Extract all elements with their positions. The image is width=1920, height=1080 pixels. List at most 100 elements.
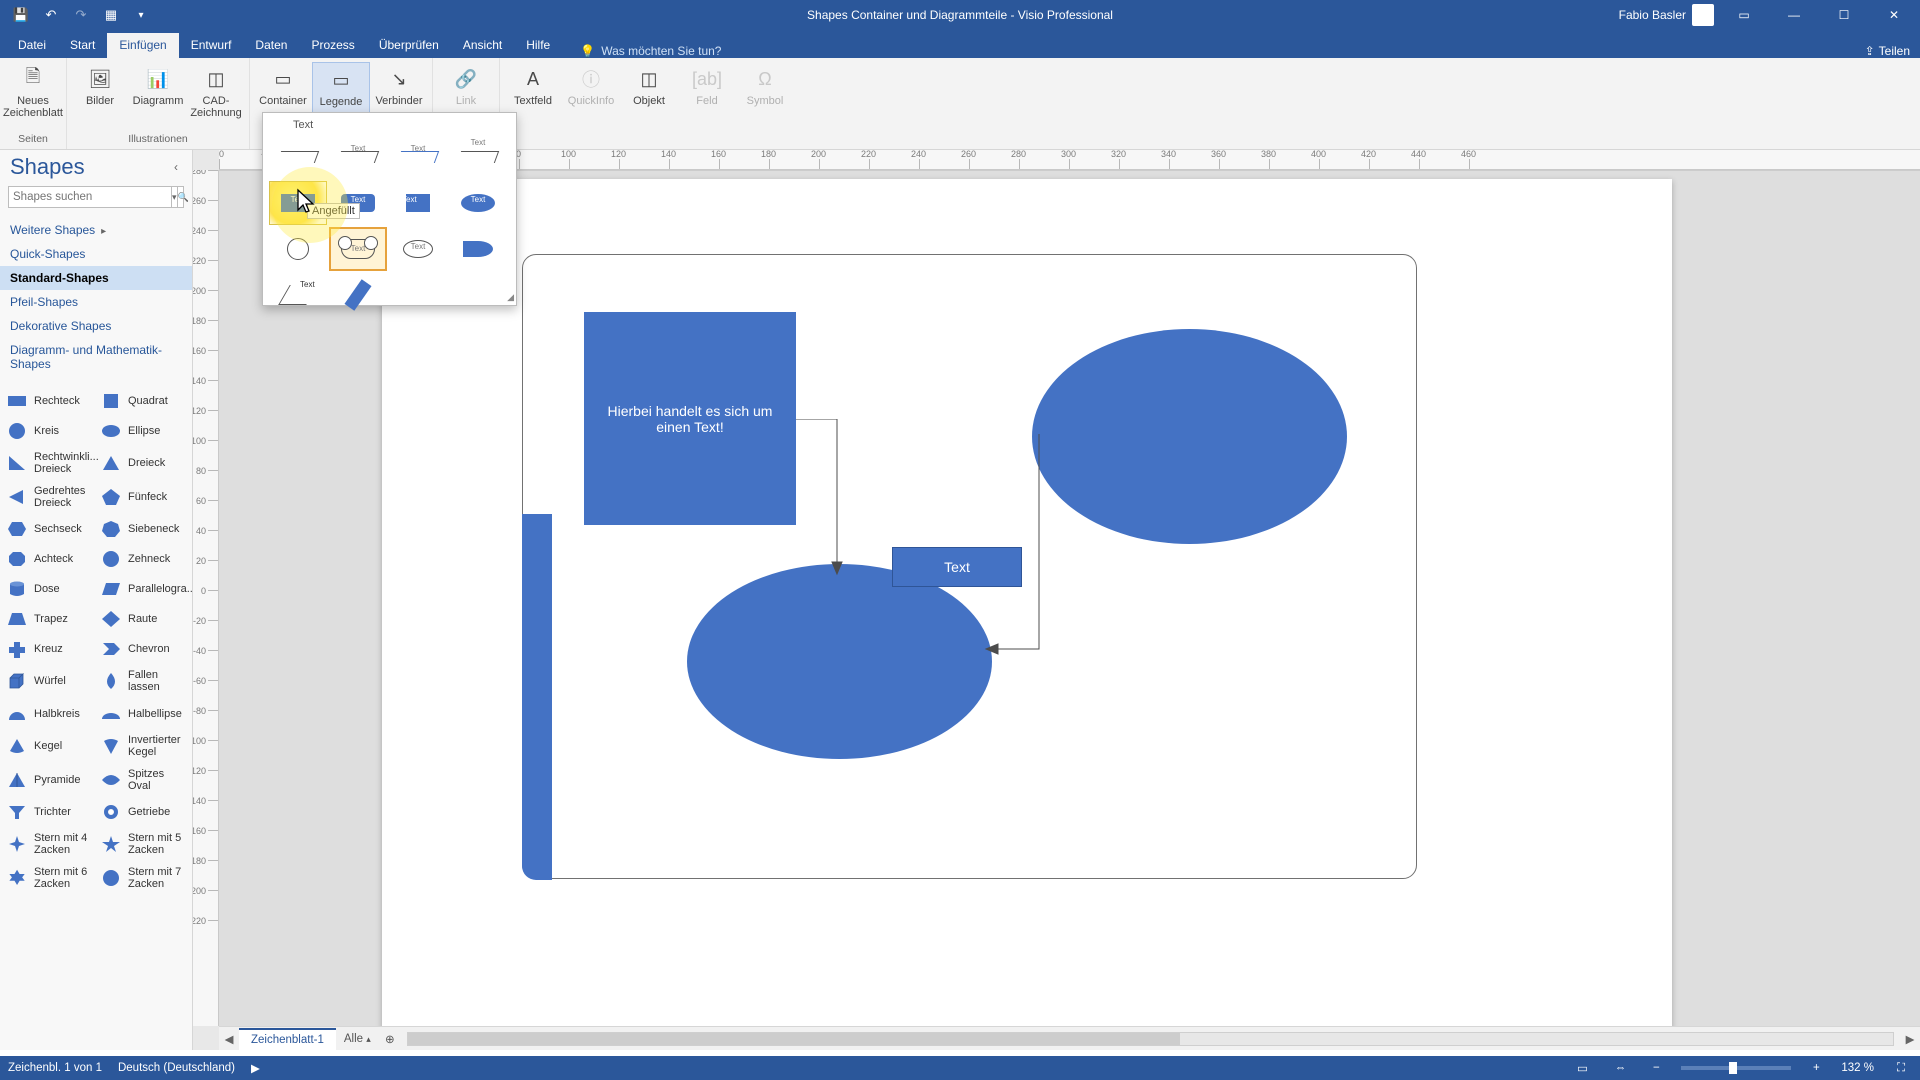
new-page-button[interactable]: 🗎 Neues Zeichenblatt: [4, 62, 62, 123]
tab-datei[interactable]: Datei: [6, 33, 58, 58]
macro-icon[interactable]: ▶: [251, 1061, 260, 1075]
ellipse-shape-2[interactable]: [1032, 329, 1347, 544]
tab-ansicht[interactable]: Ansicht: [451, 33, 514, 58]
share-button[interactable]: Teilen: [1879, 44, 1910, 58]
search-icon[interactable]: 🔍: [177, 187, 189, 207]
shape-item[interactable]: Rechtwinkli... Dreieck: [2, 446, 96, 480]
connector-1[interactable]: [795, 419, 845, 579]
resize-grip-icon[interactable]: ◢: [507, 292, 514, 303]
shape-item[interactable]: Zehneck: [96, 544, 190, 574]
legend-option-line-4[interactable]: Text: [449, 135, 507, 179]
shape-item[interactable]: Gedrehtes Dreieck: [2, 480, 96, 514]
textfield-button[interactable]: ATextfeld: [504, 62, 562, 111]
legend-option-lnote[interactable]: Text: [269, 273, 327, 317]
shape-item[interactable]: Sechseck: [2, 514, 96, 544]
fit-width-icon[interactable]: ⇔: [1609, 1059, 1631, 1077]
tab-hilfe[interactable]: Hilfe: [514, 33, 562, 58]
shape-item[interactable]: Invertierter Kegel: [96, 729, 190, 763]
tab-prozess[interactable]: Prozess: [299, 33, 366, 58]
legend-option-circle[interactable]: [269, 227, 327, 271]
shape-item[interactable]: Kreis: [2, 416, 96, 446]
object-button[interactable]: ◫Objekt: [620, 62, 678, 111]
shape-item[interactable]: Pyramide: [2, 763, 96, 797]
shape-item[interactable]: Spitzes Oval: [96, 763, 190, 797]
tab-daten[interactable]: Daten: [243, 33, 299, 58]
minimize-icon[interactable]: —: [1774, 1, 1814, 29]
tab-scroll-right-icon[interactable]: ▶: [1900, 1028, 1920, 1050]
legend-option-bar[interactable]: [329, 273, 387, 317]
shapes-search[interactable]: ▾ 🔍: [8, 186, 184, 208]
shape-item[interactable]: Stern mit 5 Zacken: [96, 827, 190, 861]
shape-item[interactable]: Kegel: [2, 729, 96, 763]
zoom-level[interactable]: 132 %: [1841, 1062, 1874, 1074]
tab-scroll-left-icon[interactable]: ◀: [219, 1028, 239, 1050]
shape-item[interactable]: Dose: [2, 574, 96, 604]
hscroll-thumb[interactable]: [408, 1033, 1180, 1045]
legend-option-bubble[interactable]: Text: [389, 227, 447, 271]
legend-option-drop[interactable]: [449, 227, 507, 271]
shape-item[interactable]: Halbellipse: [96, 699, 190, 729]
category-item[interactable]: Pfeil-Shapes: [0, 290, 192, 314]
tell-me[interactable]: 💡 Was möchten Sie tun?: [562, 44, 721, 58]
text-callout-shape[interactable]: Text: [892, 547, 1022, 587]
category-item[interactable]: Standard-Shapes: [0, 266, 192, 290]
category-item[interactable]: Quick-Shapes: [0, 242, 192, 266]
shape-item[interactable]: Würfel: [2, 664, 96, 698]
legend-button[interactable]: ▭Legende: [312, 62, 370, 113]
container-button[interactable]: ▭Container: [254, 62, 312, 111]
shape-item[interactable]: Dreieck: [96, 446, 190, 480]
doc-icon[interactable]: ▦: [98, 4, 124, 26]
legend-option-line-1[interactable]: [269, 135, 327, 179]
shape-item[interactable]: Siebeneck: [96, 514, 190, 544]
legend-option-flag[interactable]: Text: [389, 181, 447, 225]
ribbon-display-icon[interactable]: ▭: [1724, 1, 1764, 29]
shape-item[interactable]: Achteck: [2, 544, 96, 574]
shape-item[interactable]: Stern mit 4 Zacken: [2, 827, 96, 861]
save-icon[interactable]: 💾: [8, 4, 34, 26]
shape-item[interactable]: Fünfeck: [96, 480, 190, 514]
shape-item[interactable]: Getriebe: [96, 797, 190, 827]
zoom-slider[interactable]: [1681, 1066, 1791, 1070]
qat-more-icon[interactable]: ▾: [128, 4, 154, 26]
shape-item[interactable]: Ellipse: [96, 416, 190, 446]
maximize-icon[interactable]: ☐: [1824, 1, 1864, 29]
zoom-thumb[interactable]: [1729, 1062, 1737, 1074]
hscrollbar[interactable]: [407, 1032, 1894, 1046]
tab-entwurf[interactable]: Entwurf: [179, 33, 244, 58]
fit-page-icon[interactable]: ⛶: [1890, 1059, 1912, 1077]
tab-einfügen[interactable]: Einfügen: [107, 33, 178, 58]
drawing-page[interactable]: Hierbei handelt es sich um einen Text! T…: [382, 179, 1672, 1026]
legend-option-line-2[interactable]: Text: [329, 135, 387, 179]
ellipse-shape-1[interactable]: [687, 564, 992, 759]
rectangle-shape[interactable]: Hierbei handelt es sich um einen Text!: [584, 312, 796, 525]
zoom-out-button[interactable]: −: [1647, 1062, 1665, 1074]
zoom-in-button[interactable]: +: [1807, 1062, 1825, 1074]
search-input[interactable]: [9, 191, 171, 203]
shape-item[interactable]: Kreuz: [2, 634, 96, 664]
tab-überprüfen[interactable]: Überprüfen: [367, 33, 451, 58]
collapse-panel-icon[interactable]: ‹: [174, 160, 182, 174]
shape-item[interactable]: Fallen lassen: [96, 664, 190, 698]
shape-item[interactable]: Parallelogra...: [96, 574, 190, 604]
chart-button[interactable]: 📊Diagramm: [129, 62, 187, 111]
category-item[interactable]: Dekorative Shapes: [0, 314, 192, 338]
shape-item[interactable]: Halbkreis: [2, 699, 96, 729]
shape-item[interactable]: Trapez: [2, 604, 96, 634]
tab-start[interactable]: Start: [58, 33, 107, 58]
shape-item[interactable]: Raute: [96, 604, 190, 634]
legend-option-cloud[interactable]: Text: [329, 227, 387, 271]
presentation-view-icon[interactable]: ▭: [1571, 1059, 1593, 1077]
pictures-button[interactable]: 🖼Bilder: [71, 62, 129, 111]
user-badge[interactable]: Fabio Basler: [1619, 4, 1714, 26]
shape-item[interactable]: Chevron: [96, 634, 190, 664]
all-tab[interactable]: Alle ▴: [336, 1029, 379, 1049]
page-tab-1[interactable]: Zeichenblatt-1: [239, 1028, 336, 1050]
redo-icon[interactable]: ↷: [68, 4, 94, 26]
undo-icon[interactable]: ↶: [38, 4, 64, 26]
shape-item[interactable]: Rechteck: [2, 386, 96, 416]
legend-option-oval[interactable]: Text: [449, 181, 507, 225]
connector-button[interactable]: ↘Verbinder: [370, 62, 428, 111]
legend-option-line-3[interactable]: Text: [389, 135, 447, 179]
category-item[interactable]: Diagramm- und Mathematik-Shapes: [0, 338, 192, 376]
shape-item[interactable]: Trichter: [2, 797, 96, 827]
